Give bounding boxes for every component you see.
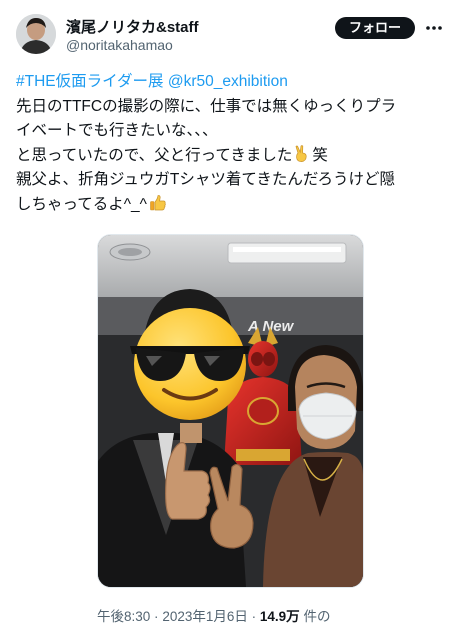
author-display-name[interactable]: 濱尾ノリタカ&staff <box>66 16 199 37</box>
hashtag-link[interactable]: #THE仮面ライダー展 <box>16 73 164 90</box>
tweet-line-3: イベートでも行きたいな、、、 <box>16 122 218 139</box>
follow-button[interactable]: フォロー <box>335 17 415 39</box>
tweet-line-5: 親父よ、折角ジュウガTシャツ着てきたんだろうけど隠 <box>16 171 395 188</box>
tweet-line-1: #THE仮面ライダー展 @kr50_exhibition <box>16 70 446 95</box>
tweet-views-label: 件の <box>303 609 331 624</box>
tweet-text: #THE仮面ライダー展 @kr50_exhibition 先日のTTFCの撮影の… <box>16 70 446 217</box>
tweet-line-2: 先日のTTFCの撮影の際に、仕事では無くゆっくりプラ <box>16 97 397 115</box>
mention-link[interactable]: @kr50_exhibition <box>168 73 288 90</box>
tweet-meta: 午後8:30 · 2023年1月6日 · 14.9万 件の <box>97 605 330 625</box>
tweet-time[interactable]: 午後8:30 <box>97 609 150 624</box>
tweet-views-count: 14.9万 <box>259 609 300 624</box>
tweet-line-4-text: と思っていたので、父と行ってきました <box>16 146 293 164</box>
tweet-photo[interactable]: A New <box>97 234 364 588</box>
thumbs-up-emoji-icon <box>150 194 166 210</box>
tweet-line-6-text: しちゃってるよ^_^ <box>16 195 147 213</box>
author-handle[interactable]: @noritakahamao <box>66 37 173 53</box>
meta-separator-1: · <box>154 609 159 624</box>
author-avatar[interactable] <box>16 14 56 54</box>
ceiling-light-fixture <box>227 242 347 264</box>
meta-separator-2: · <box>251 609 257 624</box>
victory-hand-emoji-icon <box>295 144 307 162</box>
tweet-date[interactable]: 2023年1月6日 <box>162 609 248 624</box>
more-horizontal-icon[interactable] <box>424 18 444 38</box>
tweet-line-6: しちゃってるよ^_^ <box>16 193 446 218</box>
ceiling-vent <box>109 243 151 261</box>
tweet-line-4: と思っていたので、父と行ってきました 笑 <box>16 144 446 169</box>
tweet-line-4-suffix: 笑 <box>312 146 328 164</box>
